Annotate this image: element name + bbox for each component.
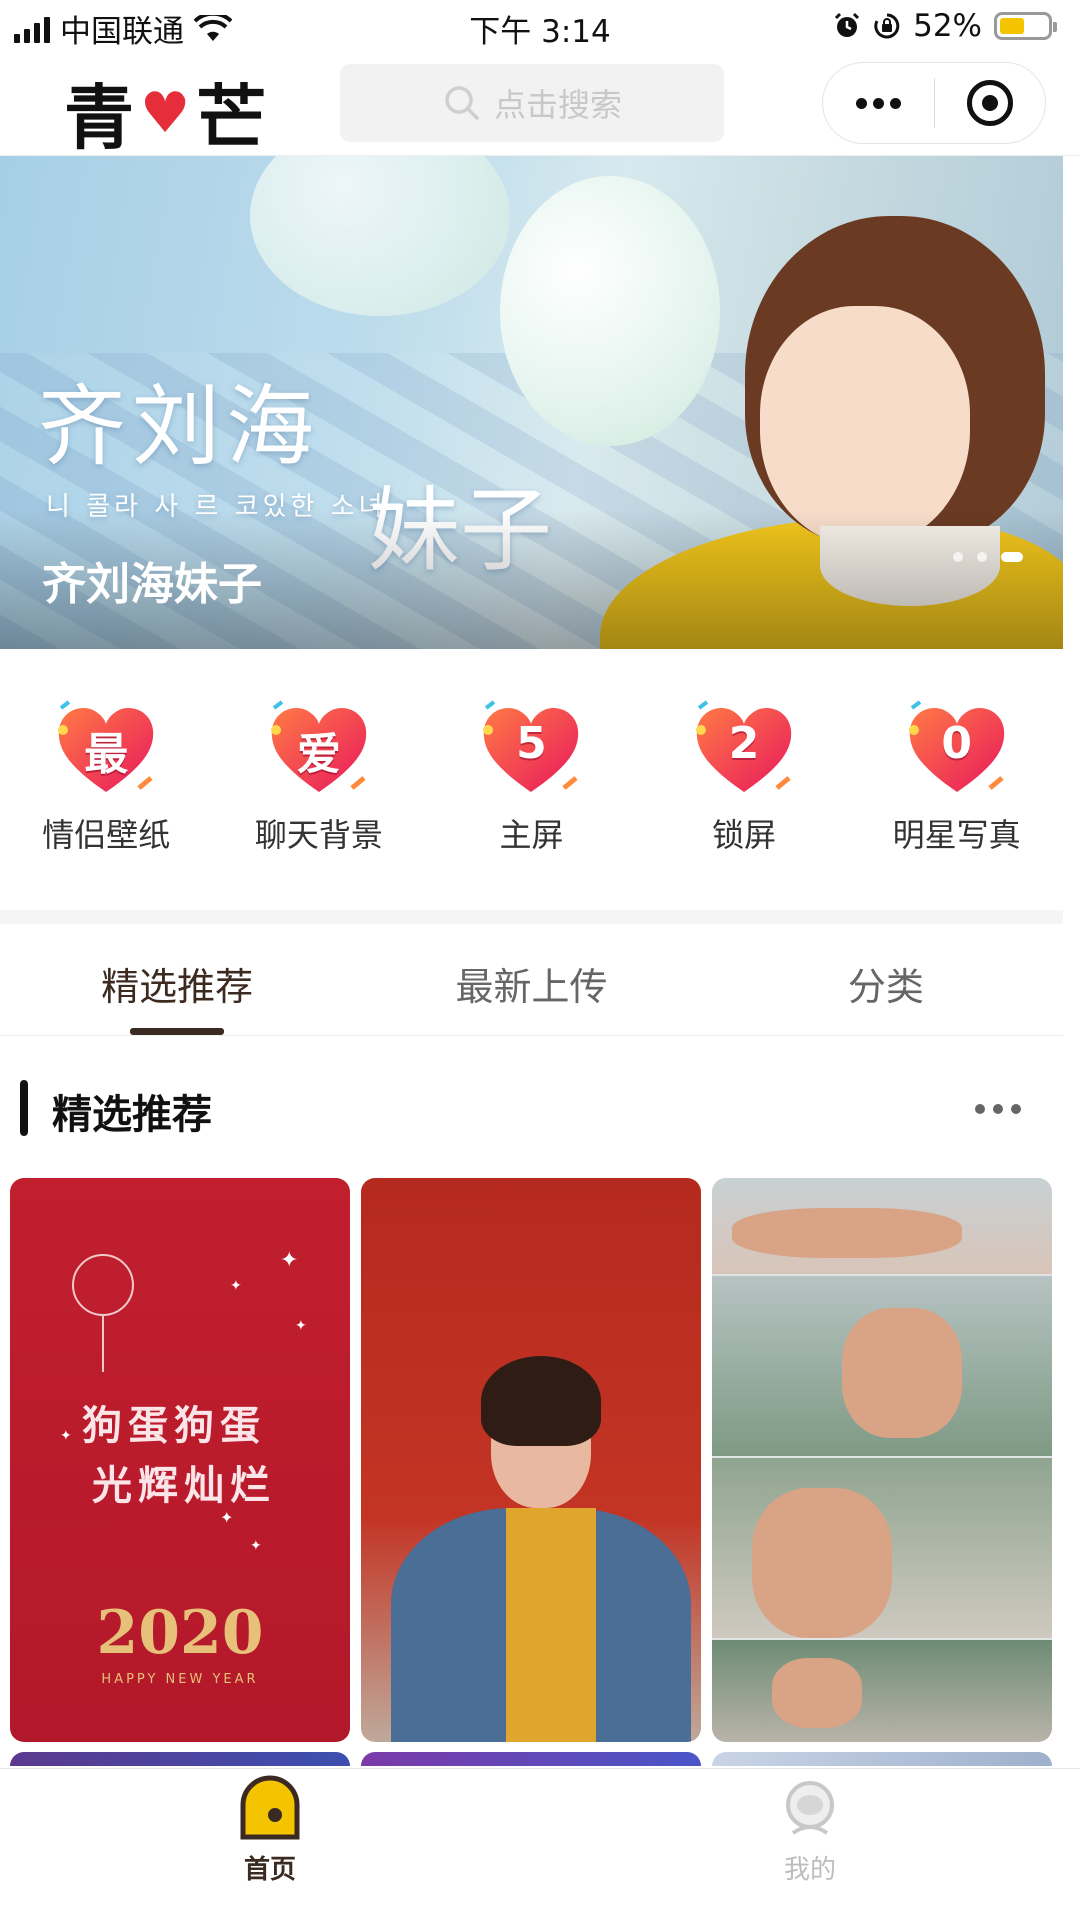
tab-featured[interactable]: 精选推荐 [0,924,354,1035]
sparkle-icon: ✦ [280,1248,299,1273]
carousel-indicator [953,552,1023,562]
section-divider [0,910,1063,924]
sparkle-icon: ✦ [60,1428,72,1444]
photo-figure [732,1208,962,1258]
logo-text-right: 芒 [196,76,269,159]
heart-badge-char: 最 [84,729,129,780]
heart-badge-icon: 0 [902,700,1012,800]
status-bar: 中国联通 下午 3:14 52% [0,0,1080,52]
profile-icon [786,1781,834,1835]
rotation-lock-icon [874,13,900,39]
sparkle-icon: ✦ [250,1538,262,1554]
status-right: 52% [833,8,1057,44]
balloon-image [500,176,720,446]
category-label: 锁屏 [712,816,777,854]
photo-figure [842,1308,962,1438]
category-label: 情侣壁纸 [42,816,171,854]
photo-figure [752,1488,892,1638]
wallpaper-card[interactable]: ✦ ✦ ✦ ✦ ✦ ✦ 狗蛋狗蛋 光辉灿烂 2020 HAPPY NEW YEA… [10,1178,350,1742]
search-input[interactable]: 点击搜索 [340,64,724,142]
sparkle-icon: ✦ [230,1278,242,1294]
banner-artwork-text: 齐刘海 니 콜라 사 르 코있한 소녀 妹子 [38,356,552,584]
battery-icon [994,12,1057,40]
category-chat-background[interactable]: 爱 聊天背景 [213,700,426,890]
wallpaper-card-peek[interactable] [712,1752,1052,1766]
heart-badge-icon: 最 [51,700,161,800]
heart-badge-char: 2 [728,718,760,769]
photo-hair [481,1356,601,1446]
heart-badge-icon: 5 [476,700,586,800]
category-couple-wallpaper[interactable]: 最 情侣壁纸 [0,700,213,890]
tab-bar: 精选推荐 最新上传 分类 [0,924,1063,1036]
wallpaper-subtitle: HAPPY NEW YEAR [101,1672,259,1687]
category-row: 最 情侣壁纸 爱 聊天背景 5 主屏 2 锁屏 0 明星写真 [0,700,1063,890]
target-icon [966,80,1013,126]
tab-categories[interactable]: 分类 [709,924,1063,1035]
wallpaper-card[interactable] [712,1178,1052,1742]
close-miniprogram-button[interactable] [935,80,1046,126]
category-label: 聊天背景 [254,816,383,854]
banner-title: 齐刘海妹子 [42,559,262,610]
home-icon [240,1775,300,1840]
search-icon [445,86,479,120]
nav-home-label: 首页 [243,1855,296,1885]
category-lock-screen[interactable]: 2 锁屏 [638,700,851,890]
section-accent-bar [20,1080,28,1136]
category-celebrity-photos[interactable]: 0 明星写真 [850,700,1063,890]
nav-home[interactable]: 首页 [0,1769,540,1920]
wallpaper-year: 2020 [96,1598,264,1668]
nav-profile-label: 我的 [783,1855,836,1885]
wallpaper-grid: ✦ ✦ ✦ ✦ ✦ ✦ 狗蛋狗蛋 光辉灿烂 2020 HAPPY NEW YEA… [10,1178,1053,1742]
photo-strip [712,1640,1052,1742]
section-header: 精选推荐 [0,1070,1063,1150]
tab-latest-upload[interactable]: 最新上传 [354,924,708,1035]
sparkle-icon: ✦ [295,1318,307,1334]
heart-badge-char: 5 [516,718,547,769]
wallpaper-card[interactable] [361,1178,701,1742]
wallpaper-card-peek[interactable] [10,1752,350,1766]
bottom-nav: 首页 我的 [0,1768,1080,1920]
carousel-dot[interactable] [953,552,963,562]
logo-text-left: 青 [64,76,136,159]
wallpaper-text-line2: 光辉灿烂 [92,1462,276,1509]
wallpaper-text-line1: 狗蛋狗蛋 [82,1402,266,1449]
battery-percent: 52% [913,8,982,44]
carousel-dot-active[interactable] [1001,552,1023,562]
heart-badge-icon: 爱 [264,700,374,800]
carousel-dot[interactable] [977,552,987,562]
wallpaper-card-peek[interactable] [361,1752,701,1766]
alarm-icon [835,12,860,37]
section-title: 精选推荐 [52,1092,212,1138]
balloon-image [250,156,510,316]
banner-carousel[interactable]: 齐刘海 니 콜라 사 르 코있한 소녀 妹子 齐刘海妹子 [0,156,1063,649]
search-placeholder: 点击搜索 [493,86,622,124]
app-logo: 青 ♥ 芒 [64,62,268,163]
category-label: 明星写真 [892,816,1021,854]
heart-badge-char: 爱 [296,729,341,780]
banner-art-line1: 齐刘海 [38,375,321,478]
more-options-button[interactable] [823,97,934,109]
nav-profile[interactable]: 我的 [540,1769,1080,1920]
category-label: 主屏 [499,816,564,854]
app-header: 青 ♥ 芒 点击搜索 [0,52,1080,159]
category-home-screen[interactable]: 5 主屏 [425,700,638,890]
heart-badge-icon: 2 [689,700,799,800]
dreamcatcher-illustration [72,1254,134,1372]
section-more-button[interactable] [975,1104,1021,1114]
heart-icon: ♥ [140,79,193,146]
photo-shirt [506,1508,596,1742]
miniprogram-capsule [822,62,1046,144]
heart-badge-char: 0 [941,718,972,769]
photo-figure [772,1658,862,1728]
